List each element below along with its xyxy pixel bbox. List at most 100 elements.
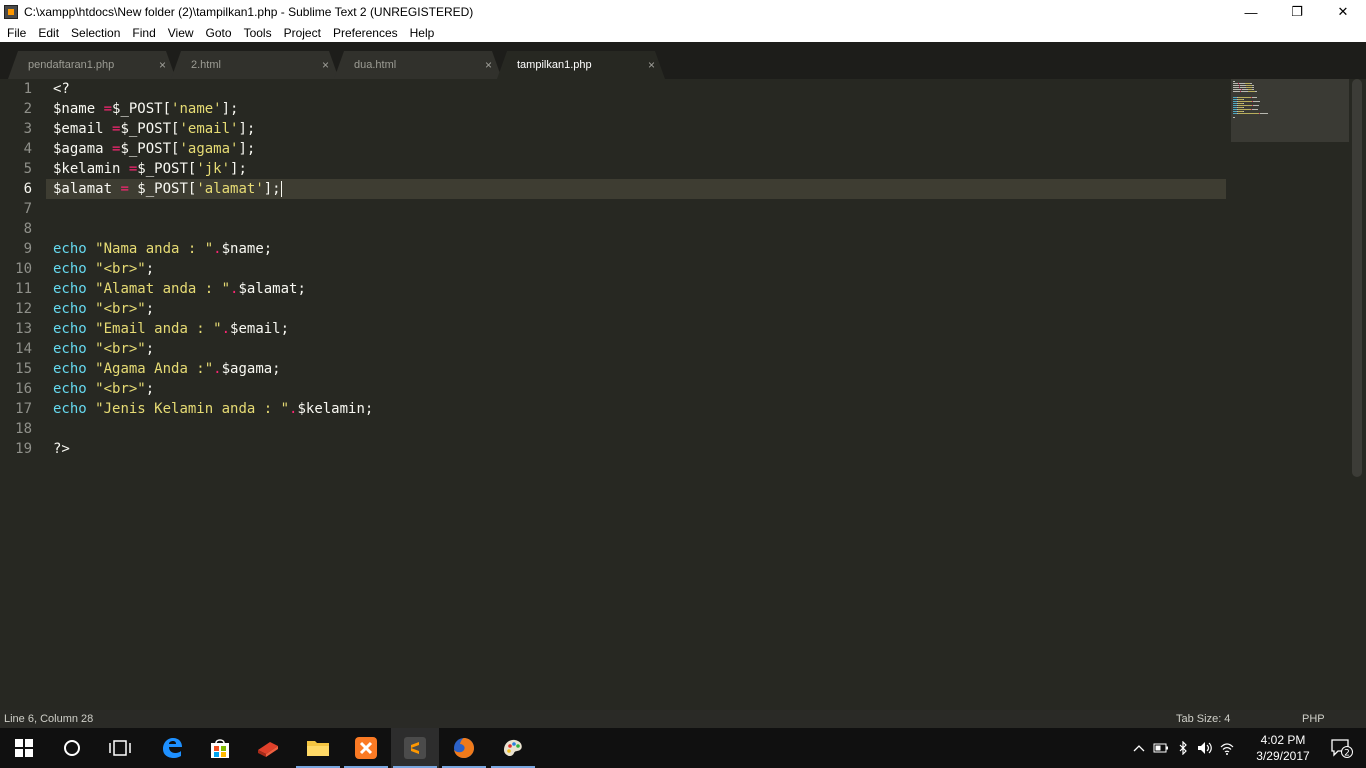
battery-icon[interactable] — [1150, 728, 1172, 768]
code-token: $alamat — [53, 181, 121, 197]
edge-browser-icon — [163, 738, 182, 758]
code-token: ; — [145, 301, 155, 317]
taskbar: 4:02 PM 3/29/2017 2 — [0, 728, 1366, 768]
task-view-icon — [109, 740, 131, 756]
syntax-indicator[interactable]: PHP — [1302, 713, 1325, 725]
taskbar-books-app[interactable] — [244, 728, 292, 768]
menu-goto[interactable]: Goto — [200, 26, 238, 40]
tab-tampilkan1-php[interactable]: tampilkan1.php × — [497, 51, 665, 79]
task-view-button[interactable] — [96, 728, 144, 768]
code-line[interactable]: <? — [53, 79, 70, 99]
menu-tools[interactable]: Tools — [238, 26, 278, 40]
tab-label: 2.html — [191, 59, 221, 71]
code-line[interactable]: echo "Email anda : ".$email; — [53, 319, 289, 339]
code-line[interactable]: $agama =$_POST['agama']; — [53, 139, 255, 159]
code-line[interactable]: echo "Nama anda : ".$name; — [53, 239, 272, 259]
code-line[interactable]: echo "Jenis Kelamin anda : ".$kelamin; — [53, 399, 373, 419]
code-token: ; — [145, 341, 155, 357]
books-icon — [258, 742, 278, 757]
tab-pendaftaran1-php[interactable]: pendaftaran1.php × — [8, 51, 176, 79]
maximize-button[interactable]: ❐ — [1274, 0, 1320, 24]
action-center-button[interactable]: 2 — [1318, 728, 1366, 768]
vertical-scrollbar[interactable] — [1352, 79, 1362, 477]
code-token: ; — [145, 381, 155, 397]
minimap-stroke — [1252, 109, 1258, 110]
tab-close-icon[interactable]: × — [322, 58, 329, 72]
code-line[interactable]: echo "Agama Anda :".$agama; — [53, 359, 281, 379]
minimap-stroke — [1238, 109, 1251, 110]
code-token: $_POST[ — [120, 121, 180, 137]
tab-close-icon[interactable]: × — [648, 58, 655, 72]
windows-logo-icon — [15, 739, 33, 757]
taskbar-store[interactable] — [196, 728, 244, 768]
code-line[interactable]: $kelamin =$_POST['jk']; — [53, 159, 247, 179]
bluetooth-icon[interactable] — [1172, 728, 1194, 768]
code-line[interactable]: $name =$_POST['name']; — [53, 99, 238, 119]
taskbar-file-explorer[interactable] — [294, 728, 342, 768]
line-number: 11 — [15, 281, 32, 297]
tab-dua-html[interactable]: dua.html × — [334, 51, 502, 79]
code-line[interactable]: $alamat = $_POST['alamat']; — [53, 179, 282, 199]
menu-file[interactable]: File — [0, 26, 32, 40]
minimize-button[interactable]: — — [1228, 0, 1274, 24]
tab-size-indicator[interactable]: Tab Size: 4 — [1176, 713, 1230, 725]
taskbar-sublime-text[interactable] — [391, 728, 439, 768]
taskbar-paint[interactable] — [489, 728, 537, 768]
code-line[interactable]: echo "<br>"; — [53, 339, 154, 359]
menu-selection[interactable]: Selection — [65, 26, 126, 40]
code-line[interactable]: ?> — [53, 439, 70, 459]
code-token: $agama — [53, 141, 113, 157]
minimap-stroke — [1238, 97, 1251, 98]
code-token: "<br>" — [95, 301, 146, 317]
taskbar-edge[interactable] — [148, 728, 196, 768]
menu-help[interactable]: Help — [404, 26, 441, 40]
code-line[interactable]: echo "Alamat anda : ".$alamat; — [53, 279, 306, 299]
wifi-icon[interactable] — [1216, 728, 1238, 768]
start-button[interactable] — [0, 728, 48, 768]
code-token: $alamat; — [238, 281, 306, 297]
code-line[interactable]: echo "<br>"; — [53, 259, 154, 279]
code-area[interactable]: <? $name =$_POST['name']; $email =$_POST['… — [53, 79, 1223, 710]
tab-close-icon[interactable]: × — [159, 58, 166, 72]
close-window-button[interactable]: ✕ — [1320, 0, 1366, 24]
code-token: ]; — [230, 161, 247, 177]
code-token: "Alamat anda : " — [95, 281, 231, 297]
taskbar-clock[interactable]: 4:02 PM 3/29/2017 — [1250, 732, 1316, 764]
show-hidden-icons-chevron-icon[interactable] — [1128, 728, 1150, 768]
code-line[interactable]: $email =$_POST['email']; — [53, 119, 255, 139]
code-line[interactable]: echo "<br>"; — [53, 299, 154, 319]
code-token: echo — [53, 401, 87, 417]
taskbar-xampp[interactable] — [342, 728, 390, 768]
menu-view[interactable]: View — [162, 26, 200, 40]
code-token: echo — [53, 381, 87, 397]
code-token: . — [213, 241, 222, 257]
code-token: $_POST[ — [128, 181, 197, 197]
menu-preferences[interactable]: Preferences — [327, 26, 404, 40]
menu-find[interactable]: Find — [126, 26, 161, 40]
tab-2-html[interactable]: 2.html × — [171, 51, 339, 79]
line-number: 1 — [23, 81, 32, 97]
line-number: 9 — [23, 241, 32, 257]
volume-icon[interactable] — [1194, 728, 1216, 768]
code-line[interactable]: echo "<br>"; — [53, 379, 154, 399]
window-title: C:\xampp\htdocs\New folder (2)\tampilkan… — [24, 5, 474, 19]
clock-time: 4:02 PM — [1260, 733, 1306, 747]
code-editor[interactable]: 1 2 3 4 5 6 7 8 9 10 11 12 13 14 15 16 17 18 19 <? $name =$… — [0, 79, 1366, 710]
tab-close-icon[interactable]: × — [485, 58, 492, 72]
taskbar-firefox[interactable] — [440, 728, 488, 768]
minimap-stroke — [1238, 105, 1252, 106]
menu-edit[interactable]: Edit — [32, 26, 65, 40]
firefox-icon — [454, 738, 474, 758]
search-button[interactable] — [48, 728, 96, 768]
minimap-stroke — [1255, 91, 1257, 92]
tab-label: dua.html — [354, 59, 397, 71]
code-token: $kelamin; — [297, 401, 374, 417]
tab-label: tampilkan1.php — [517, 59, 592, 71]
minimap[interactable] — [1231, 79, 1349, 142]
line-number: 15 — [15, 361, 32, 377]
menu-project[interactable]: Project — [278, 26, 327, 40]
